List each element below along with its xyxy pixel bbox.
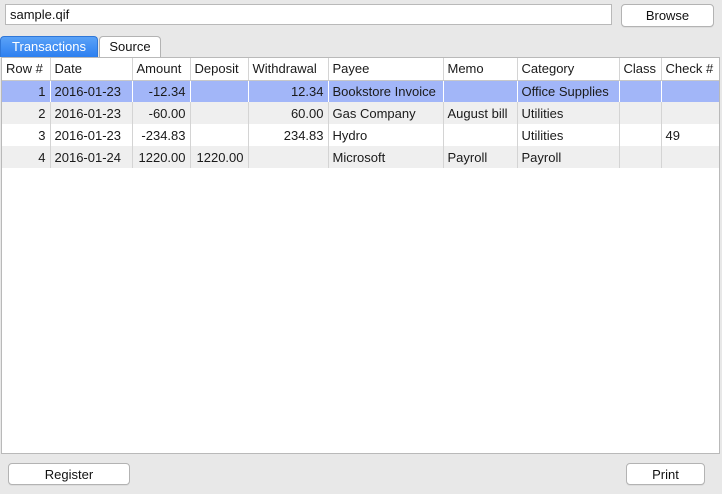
browse-button[interactable]: Browse <box>621 4 714 27</box>
cell-memo: Payroll <box>443 146 518 168</box>
cell-class <box>619 146 662 168</box>
cell-deposit <box>190 102 249 124</box>
cell-date: 2016-01-24 <box>50 146 133 168</box>
cell-withdrawal: 60.00 <box>248 102 329 124</box>
tab-source[interactable]: Source <box>99 36 161 57</box>
cell-row-number: 4 <box>2 146 51 168</box>
cell-deposit <box>190 124 249 146</box>
cell-memo <box>443 124 518 146</box>
transactions-table: Row # Date Amount Deposit Withdrawal Pay… <box>1 57 720 454</box>
column-header-class[interactable]: Class <box>619 58 662 81</box>
cell-amount: -234.83 <box>132 124 191 146</box>
cell-class <box>619 102 662 124</box>
table-header-row: Row # Date Amount Deposit Withdrawal Pay… <box>2 58 719 81</box>
cell-date: 2016-01-23 <box>50 80 133 102</box>
cell-date: 2016-01-23 <box>50 102 133 124</box>
column-header-payee[interactable]: Payee <box>328 58 444 81</box>
column-header-withdrawal[interactable]: Withdrawal <box>248 58 329 81</box>
cell-memo: August bill <box>443 102 518 124</box>
cell-payee: Hydro <box>328 124 444 146</box>
cell-amount: 1220.00 <box>132 146 191 168</box>
cell-memo <box>443 80 518 102</box>
cell-check-number <box>661 80 719 102</box>
cell-date: 2016-01-23 <box>50 124 133 146</box>
print-button[interactable]: Print <box>626 463 705 485</box>
cell-payee: Bookstore Invoice <box>328 80 444 102</box>
column-header-check-number[interactable]: Check # <box>661 58 719 81</box>
column-header-category[interactable]: Category <box>517 58 620 81</box>
cell-check-number <box>661 146 719 168</box>
cell-payee: Gas Company <box>328 102 444 124</box>
cell-check-number: 49 <box>661 124 719 146</box>
cell-withdrawal: 12.34 <box>248 80 329 102</box>
cell-category: Utilities <box>517 102 620 124</box>
cell-amount: -12.34 <box>132 80 191 102</box>
column-header-row-number[interactable]: Row # <box>2 58 51 81</box>
cell-class <box>619 80 662 102</box>
table-row[interactable]: 4 2016-01-24 1220.00 1220.00 Microsoft P… <box>2 146 719 168</box>
cell-row-number: 1 <box>2 80 51 102</box>
cell-withdrawal: 234.83 <box>248 124 329 146</box>
column-header-date[interactable]: Date <box>50 58 133 81</box>
cell-category: Payroll <box>517 146 620 168</box>
cell-row-number: 2 <box>2 102 51 124</box>
cell-class <box>619 124 662 146</box>
tab-transactions[interactable]: Transactions <box>0 36 98 57</box>
cell-withdrawal <box>248 146 329 168</box>
table-row[interactable]: 1 2016-01-23 -12.34 12.34 Bookstore Invo… <box>2 80 719 102</box>
cell-deposit <box>190 80 249 102</box>
cell-row-number: 3 <box>2 124 51 146</box>
cell-check-number <box>661 102 719 124</box>
cell-category: Office Supplies <box>517 80 620 102</box>
file-path-input[interactable] <box>5 4 612 25</box>
cell-payee: Microsoft <box>328 146 444 168</box>
column-header-amount[interactable]: Amount <box>132 58 191 81</box>
table-row[interactable]: 2 2016-01-23 -60.00 60.00 Gas Company Au… <box>2 102 719 124</box>
cell-deposit: 1220.00 <box>190 146 249 168</box>
table-row[interactable]: 3 2016-01-23 -234.83 234.83 Hydro Utilit… <box>2 124 719 146</box>
column-header-memo[interactable]: Memo <box>443 58 518 81</box>
column-header-deposit[interactable]: Deposit <box>190 58 249 81</box>
cell-category: Utilities <box>517 124 620 146</box>
register-button[interactable]: Register <box>8 463 130 485</box>
cell-amount: -60.00 <box>132 102 191 124</box>
